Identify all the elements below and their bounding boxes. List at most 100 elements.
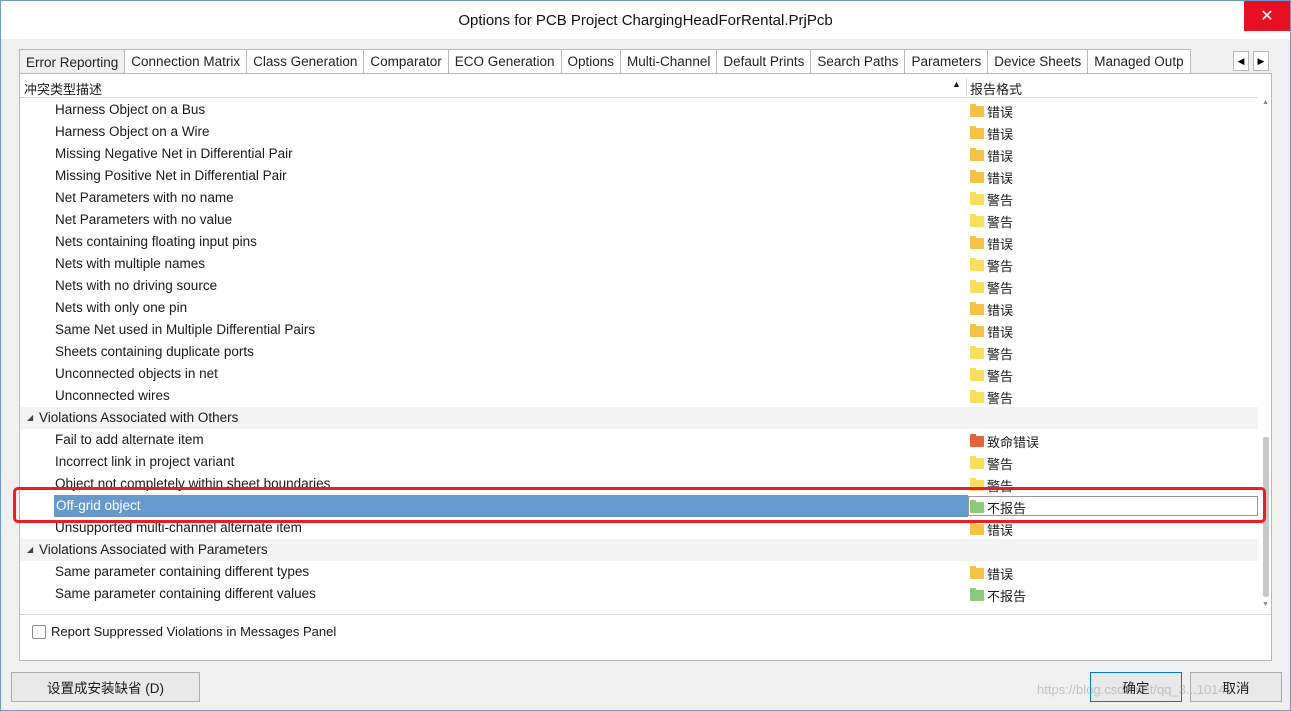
tab-comparator[interactable]: Comparator: [363, 49, 449, 73]
violation-row[interactable]: Nets with only one pin 错误: [20, 297, 1258, 319]
violation-row[interactable]: Unconnected objects in net 警告: [20, 363, 1258, 385]
report-mode-cell[interactable]: 错误: [970, 322, 1013, 341]
tab-options[interactable]: Options: [560, 49, 622, 73]
collapse-triangle-icon[interactable]: ◢: [27, 545, 33, 554]
severity-folder-icon: [970, 104, 984, 117]
report-mode-cell[interactable]: 错误: [970, 168, 1013, 187]
severity-folder-icon: [970, 324, 984, 337]
violation-label: Net Parameters with no name: [55, 190, 234, 205]
report-mode-cell[interactable]: 错误: [970, 520, 1013, 539]
group-row[interactable]: ◢ Violations Associated with Others: [20, 407, 1258, 429]
violation-label: Missing Positive Net in Differential Pai…: [55, 168, 287, 183]
report-mode-cell[interactable]: 警告: [970, 454, 1013, 473]
violation-row[interactable]: Same parameter containing different type…: [20, 561, 1258, 583]
report-mode-cell[interactable]: 警告: [970, 278, 1013, 297]
violation-row[interactable]: Off-grid object 不报告: [20, 495, 1258, 517]
tab-default-prints[interactable]: Default Prints: [716, 49, 812, 73]
ok-button[interactable]: 确定: [1090, 672, 1182, 702]
report-mode-cell[interactable]: 错误: [970, 300, 1013, 319]
report-mode-cell[interactable]: 警告: [970, 212, 1013, 231]
report-mode-cell[interactable]: 错误: [970, 146, 1013, 165]
violation-row[interactable]: Net Parameters with no name 警告: [20, 187, 1258, 209]
severity-folder-icon: [970, 258, 984, 271]
severity-label: 错误: [987, 105, 1014, 120]
violation-row[interactable]: Unsupported multi-channel alternate item…: [20, 517, 1258, 539]
close-button[interactable]: ✕: [1244, 1, 1290, 31]
report-mode-cell[interactable]: 错误: [970, 124, 1013, 143]
tab-device-sheets[interactable]: Device Sheets: [987, 49, 1089, 73]
severity-label: 错误: [987, 127, 1014, 142]
violation-label: Object not completely within sheet bound…: [55, 476, 331, 491]
violation-label: Harness Object on a Bus: [55, 102, 206, 117]
severity-folder-icon: [970, 588, 984, 601]
column-header-report-mode[interactable]: 报告格式: [970, 79, 1022, 98]
column-header-description[interactable]: 冲突类型描述: [24, 79, 102, 98]
report-mode-cell[interactable]: 致命错误: [970, 432, 1039, 451]
violation-row[interactable]: Nets with no driving source 警告: [20, 275, 1258, 297]
report-mode-cell[interactable]: 警告: [970, 388, 1013, 407]
violation-row[interactable]: Sheets containing duplicate ports 警告: [20, 341, 1258, 363]
violation-row[interactable]: Missing Negative Net in Differential Pai…: [20, 143, 1258, 165]
report-mode-cell[interactable]: 警告: [970, 476, 1013, 495]
vertical-scrollbar[interactable]: ▲ ▼: [1260, 99, 1272, 613]
tab-multi-channel[interactable]: Multi-Channel: [620, 49, 718, 73]
violation-row[interactable]: Fail to add alternate item 致命错误: [20, 429, 1258, 451]
violation-row[interactable]: Same Net used in Multiple Differential P…: [20, 319, 1258, 341]
scrollbar-thumb[interactable]: [1263, 437, 1269, 597]
report-mode-cell[interactable]: 错误: [970, 564, 1013, 583]
report-mode-cell[interactable]: 不报告: [970, 586, 1026, 605]
report-mode-cell[interactable]: 警告: [970, 344, 1013, 363]
cancel-button[interactable]: 取消: [1190, 672, 1282, 702]
violation-label: Fail to add alternate item: [55, 432, 204, 447]
column-divider[interactable]: [966, 78, 967, 96]
tab-connection-matrix[interactable]: Connection Matrix: [124, 49, 248, 73]
violation-row[interactable]: Object not completely within sheet bound…: [20, 473, 1258, 495]
error-reporting-panel: 冲突类型描述 ▲ 报告格式 Harness Object on a Bus 错误 H…: [19, 73, 1272, 661]
tab-eco-generation[interactable]: ECO Generation: [447, 49, 562, 73]
violation-row[interactable]: Missing Positive Net in Differential Pai…: [20, 165, 1258, 187]
severity-label: 错误: [987, 303, 1014, 318]
title-bar: Options for PCB Project ChargingHeadForR…: [1, 1, 1290, 39]
tab-scroll-right-button[interactable]: ▶: [1253, 51, 1269, 71]
report-mode-cell[interactable]: 错误: [970, 234, 1013, 253]
severity-folder-icon: [970, 390, 984, 403]
violation-row[interactable]: Harness Object on a Bus 错误: [20, 99, 1258, 121]
scroll-down-icon[interactable]: ▼: [1262, 601, 1269, 608]
set-defaults-button[interactable]: 设置成安装缺省 (D): [11, 672, 200, 702]
violation-row[interactable]: Net Parameters with no value 警告: [20, 209, 1258, 231]
violation-row[interactable]: Nets containing floating input pins 错误: [20, 231, 1258, 253]
severity-folder-icon: [970, 192, 984, 205]
triangle-left-icon: ◀: [1237, 55, 1245, 66]
violation-row[interactable]: Same parameter containing different valu…: [20, 583, 1258, 605]
tab-search-paths[interactable]: Search Paths: [810, 49, 906, 73]
tab-error-reporting[interactable]: Error Reporting: [19, 49, 126, 73]
sort-ascending-icon: ▲: [952, 79, 961, 89]
group-row[interactable]: ◢ Violations Associated with Parameters: [20, 539, 1258, 561]
severity-folder-icon: [970, 566, 984, 579]
report-mode-cell[interactable]: 警告: [970, 190, 1013, 209]
severity-folder-icon: [970, 456, 984, 469]
violation-row[interactable]: Nets with multiple names 警告: [20, 253, 1258, 275]
severity-folder-icon: [970, 522, 984, 535]
report-mode-cell[interactable]: 错误: [970, 102, 1013, 121]
violation-row[interactable]: Harness Object on a Wire 错误: [20, 121, 1258, 143]
violation-label: Off-grid object: [54, 495, 968, 517]
tab-managed-outp[interactable]: Managed Outp: [1087, 49, 1191, 73]
suppress-option[interactable]: Report Suppressed Violations in Messages…: [32, 624, 336, 639]
violation-label: Same parameter containing different type…: [55, 564, 310, 579]
severity-label: 致命错误: [987, 435, 1040, 450]
violation-label: Nets with only one pin: [55, 300, 188, 315]
tab-class-generation[interactable]: Class Generation: [246, 49, 365, 73]
scroll-up-icon[interactable]: ▲: [1262, 99, 1269, 106]
suppress-checkbox[interactable]: [32, 624, 46, 639]
violation-row[interactable]: Unconnected wires 警告: [20, 385, 1258, 407]
report-mode-cell[interactable]: 警告: [970, 256, 1013, 275]
collapse-triangle-icon[interactable]: ◢: [27, 413, 33, 422]
severity-label: 不报告: [987, 589, 1027, 604]
violation-row[interactable]: Incorrect link in project variant 警告: [20, 451, 1258, 473]
report-mode-cell[interactable]: 不报告: [970, 498, 1026, 517]
tab-parameters[interactable]: Parameters: [904, 49, 989, 73]
tab-scroll-left-button[interactable]: ◀: [1233, 51, 1249, 71]
report-mode-cell[interactable]: 警告: [970, 366, 1013, 385]
options-dialog: Options for PCB Project ChargingHeadForR…: [0, 0, 1291, 711]
